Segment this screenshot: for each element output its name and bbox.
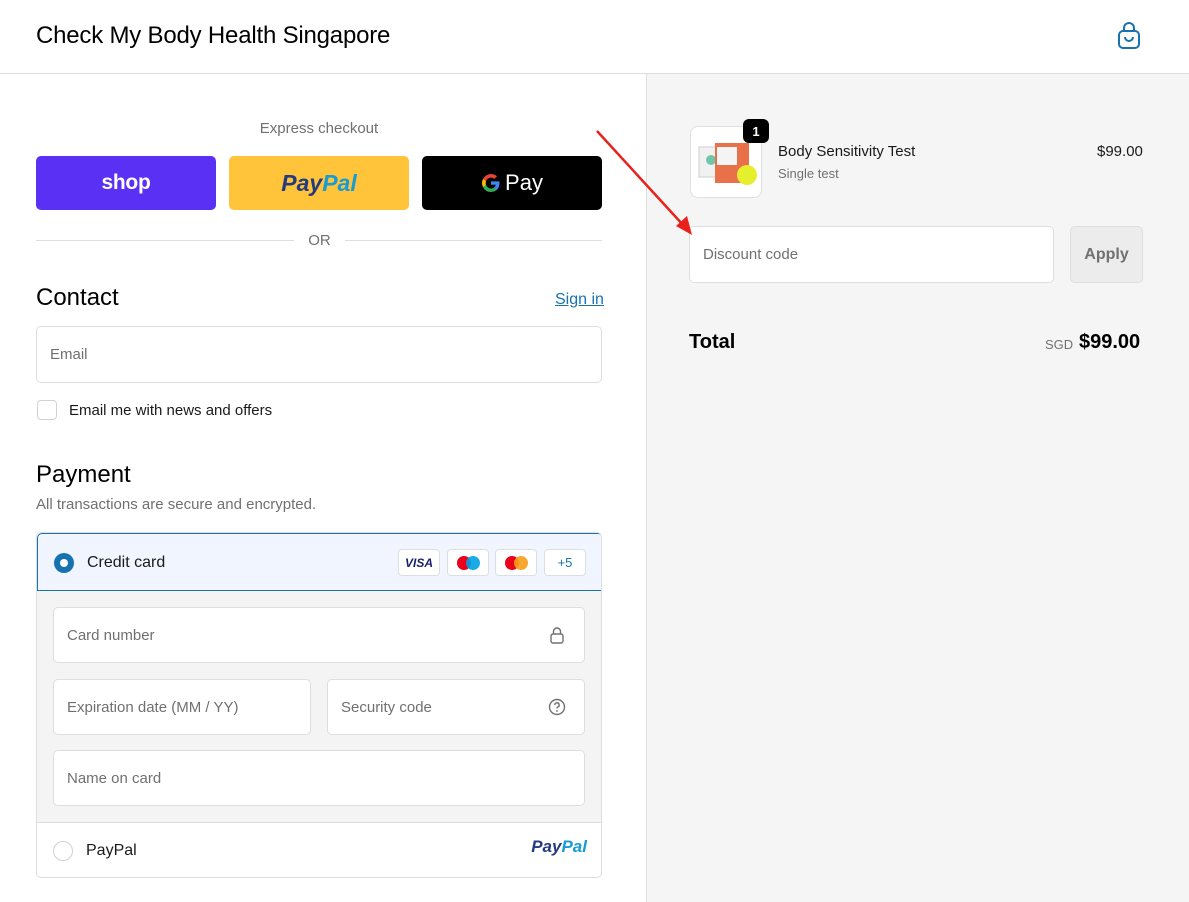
- or-text: OR: [308, 232, 331, 249]
- google-g-icon: [482, 174, 500, 192]
- card-number-placeholder: Card number: [67, 626, 155, 644]
- newsletter-label[interactable]: Email me with news and offers: [69, 402, 272, 419]
- more-cards-badge: +5: [544, 549, 586, 576]
- or-divider: OR: [36, 232, 602, 250]
- email-field[interactable]: Email: [36, 326, 602, 383]
- paypal-logo-part1: Pay: [281, 169, 323, 196]
- divider-line-right: [345, 240, 602, 241]
- newsletter-checkbox[interactable]: [37, 400, 57, 420]
- credit-card-option[interactable]: Credit card VISA +5: [37, 533, 601, 591]
- security-code-placeholder: Security code: [341, 698, 432, 716]
- sign-in-link[interactable]: Sign in: [555, 291, 604, 309]
- credit-card-fields: Card number Expiration date (MM / YY) Se…: [37, 591, 601, 823]
- paypal-option-label: PayPal: [86, 842, 137, 859]
- paypal-radio[interactable]: [53, 841, 73, 861]
- paypal-logo-part2: Pal: [322, 169, 357, 196]
- help-circle-icon[interactable]: [548, 698, 566, 716]
- total-label: Total: [689, 331, 736, 353]
- quantity-badge: 1: [743, 119, 769, 143]
- google-pay-label: Pay: [505, 170, 543, 195]
- order-summary-panel: [646, 74, 1189, 902]
- divider-line-left: [36, 240, 294, 241]
- credit-card-label: Credit card: [87, 554, 166, 571]
- store-title[interactable]: Check My Body Health Singapore: [36, 22, 390, 50]
- paypal-option[interactable]: PayPal PayPal: [37, 823, 601, 877]
- lock-icon: [550, 627, 564, 644]
- google-pay-button[interactable]: Pay: [422, 156, 602, 210]
- card-number-input[interactable]: Card number: [53, 607, 585, 663]
- shop-pay-logo: shop: [101, 171, 151, 194]
- product-variant: Single test: [778, 166, 839, 181]
- security-code-input[interactable]: Security code: [327, 679, 585, 735]
- currency-code: SGD: [1045, 337, 1074, 352]
- express-checkout-label: Express checkout: [259, 120, 379, 137]
- total-value: $99.00: [1079, 331, 1141, 353]
- mastercard-icon: [495, 549, 537, 576]
- site-header: Check My Body Health Singapore: [0, 0, 1189, 74]
- shop-pay-button[interactable]: shop: [36, 156, 216, 210]
- payment-heading: Payment: [36, 461, 131, 488]
- annotation-arrow-icon: [596, 130, 692, 235]
- expiration-date-input[interactable]: Expiration date (MM / YY): [53, 679, 311, 735]
- paypal-express-button[interactable]: Pay Pal: [229, 156, 409, 210]
- paypal-logo-text-1: Pay: [531, 837, 562, 856]
- paypal-logo: PayPal: [531, 837, 587, 857]
- name-on-card-input[interactable]: Name on card: [53, 750, 585, 806]
- paypal-logo-text-2: Pal: [561, 837, 587, 856]
- payment-subtitle: All transactions are secure and encrypte…: [36, 496, 317, 513]
- contact-heading: Contact: [36, 284, 119, 311]
- payment-method-box: Credit card VISA +5 Card number Expirati…: [36, 532, 602, 878]
- apply-discount-button[interactable]: Apply: [1070, 226, 1143, 283]
- maestro-icon: [447, 549, 489, 576]
- discount-code-input[interactable]: Discount code: [689, 226, 1054, 283]
- product-price: $99.00: [1097, 143, 1143, 160]
- shopping-bag-icon[interactable]: [1116, 22, 1142, 50]
- visa-icon: VISA: [398, 549, 440, 576]
- product-name: Body Sensitivity Test: [778, 143, 916, 160]
- credit-card-radio[interactable]: [54, 553, 74, 573]
